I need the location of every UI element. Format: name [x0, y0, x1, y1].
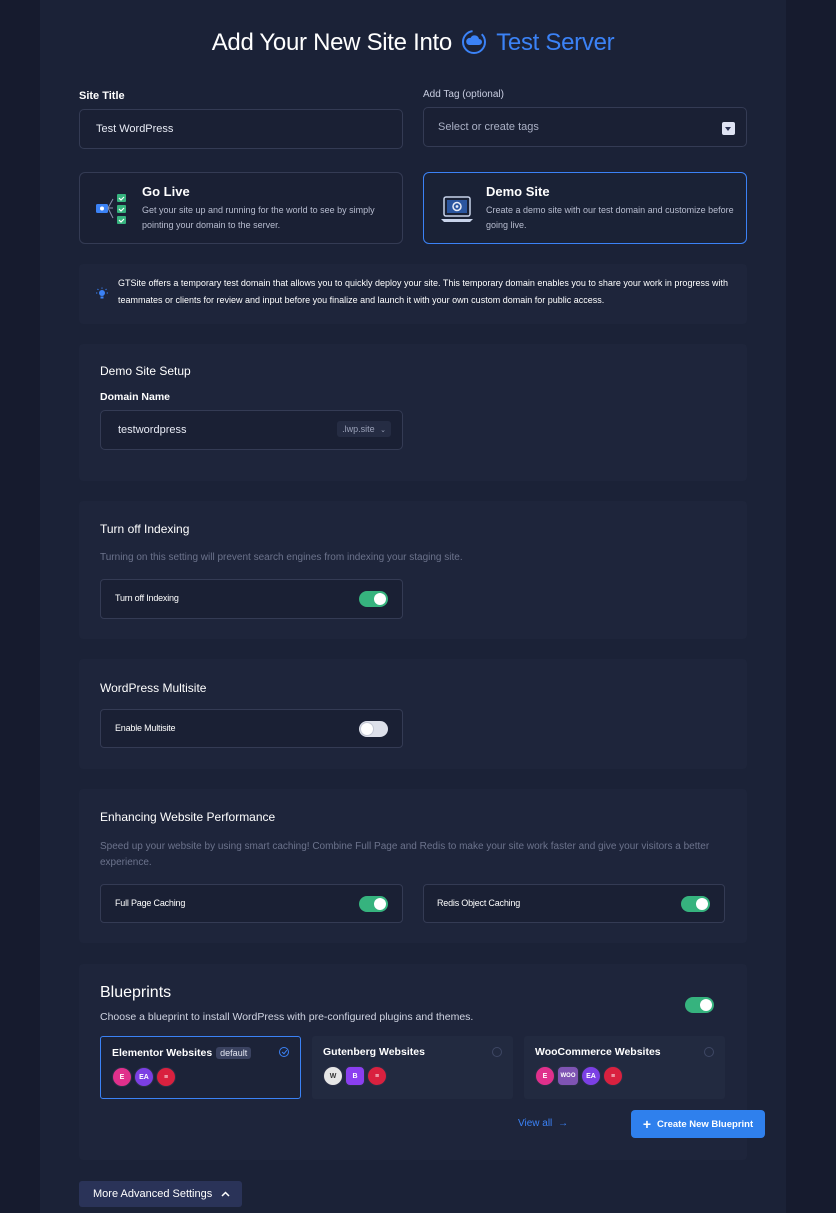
plugin-icons: E EA ≡ [112, 1067, 176, 1087]
full-page-cache-toggle[interactable] [359, 896, 388, 912]
blueprint-card-elementor[interactable]: Elementor Websites default E EA ≡ [100, 1036, 301, 1099]
tag-placeholder: Select or create tags [438, 121, 539, 133]
view-all-link[interactable]: View all → [518, 1118, 568, 1129]
blueprints-toggle[interactable] [685, 997, 714, 1013]
block-plugin-icon: B [345, 1066, 365, 1086]
title-prefix: Add Your New Site Into [211, 29, 453, 56]
blueprint-name: Elementor Websites [112, 1047, 213, 1059]
elementor-icon: E [112, 1067, 132, 1087]
info-notice: GTSite offers a temporary test domain th… [79, 264, 747, 324]
go-live-title: Go Live [142, 184, 190, 199]
radio-circle-icon[interactable] [704, 1047, 714, 1057]
domain-name-label: Domain Name [100, 391, 171, 403]
dropdown-arrow-icon [722, 122, 735, 135]
multisite-toggle[interactable] [359, 721, 388, 737]
page-title: Add Your New Site Into Test Server [40, 28, 786, 57]
multisite-toggle-label: Enable Multisite [115, 723, 176, 733]
chevron-down-icon: ⌄ [380, 427, 386, 434]
wordpress-icon: W [323, 1066, 343, 1086]
indexing-toggle[interactable] [359, 591, 388, 607]
demo-site-desc: Create a demo site with our test domain … [486, 205, 734, 230]
multisite-title: WordPress Multisite [100, 681, 207, 695]
radio-circle-icon[interactable] [492, 1047, 502, 1057]
domain-suffix: .lwp.site [342, 424, 375, 434]
multisite-panel: WordPress Multisite Enable Multisite [79, 659, 747, 769]
advanced-settings-label: More Advanced Settings [93, 1188, 213, 1200]
blueprints-desc: Choose a blueprint to install WordPress … [100, 1011, 474, 1023]
create-blueprint-label: Create New Blueprint [657, 1118, 754, 1130]
go-live-icon [96, 194, 126, 224]
blueprints-panel: Blueprints Choose a blueprint to install… [79, 964, 765, 1160]
default-badge: default [216, 1047, 252, 1059]
domain-name-input[interactable]: testwordpress .lwp.site ⌄ [100, 410, 403, 450]
demo-site-title: Demo Site [486, 184, 550, 199]
tag-label: Add Tag (optional) [423, 89, 504, 100]
indexing-title: Turn off Indexing [100, 522, 190, 536]
indexing-toggle-label: Turn off Indexing [115, 593, 179, 603]
multisite-toggle-row: Enable Multisite [100, 709, 403, 748]
server-name: Test Server [496, 29, 615, 56]
demo-setup-panel: Demo Site Setup Domain Name testwordpres… [79, 344, 747, 481]
full-page-cache-row: Full Page Caching [100, 884, 403, 923]
create-blueprint-button[interactable]: + Create New Blueprint [631, 1110, 765, 1138]
domain-suffix-select[interactable]: .lwp.site ⌄ [337, 421, 391, 437]
indexing-desc: Turning on this setting will prevent sea… [100, 552, 463, 563]
blueprint-title: Elementor Websites default [112, 1047, 252, 1059]
lightbulb-icon [96, 287, 108, 299]
blueprints-title: Blueprints [100, 984, 172, 1001]
blueprint-title: WooCommerce Websites [535, 1046, 661, 1058]
templately-icon: ≡ [603, 1066, 623, 1086]
full-page-cache-label: Full Page Caching [115, 898, 186, 908]
redis-cache-label: Redis Object Caching [437, 898, 521, 908]
essential-addons-icon: EA [134, 1067, 154, 1087]
demo-setup-title: Demo Site Setup [100, 364, 191, 378]
advanced-settings-button[interactable]: More Advanced Settings [79, 1181, 242, 1207]
woocommerce-icon: WOO [557, 1066, 579, 1086]
site-title-label: Site Title [79, 90, 125, 102]
templately-icon: ≡ [156, 1067, 176, 1087]
blueprint-card-woocommerce[interactable]: WooCommerce Websites E WOO EA ≡ [524, 1036, 725, 1099]
info-text: GTSite offers a temporary test domain th… [118, 278, 728, 305]
performance-panel: Enhancing Website Performance Speed up y… [79, 789, 747, 943]
performance-title: Enhancing Website Performance [100, 810, 276, 824]
performance-desc: Speed up your website by using smart cac… [100, 841, 710, 868]
elementor-icon: E [535, 1066, 555, 1086]
demo-site-card[interactable]: Demo Site Create a demo site with our te… [423, 172, 747, 244]
indexing-panel: Turn off Indexing Turning on this settin… [79, 501, 747, 639]
view-all-label: View all [518, 1118, 553, 1129]
tag-select[interactable]: Select or create tags [423, 107, 747, 147]
plus-icon: + [642, 1116, 652, 1132]
blueprint-card-gutenberg[interactable]: Gutenberg Websites W B ≡ [312, 1036, 513, 1099]
domain-value: testwordpress [118, 424, 187, 436]
plugin-icons: W B ≡ [323, 1066, 387, 1086]
redis-cache-toggle[interactable] [681, 896, 710, 912]
chevron-up-icon [221, 1191, 230, 1197]
plugin-icons: E WOO EA ≡ [535, 1066, 623, 1086]
go-live-desc: Get your site up and running for the wor… [142, 205, 375, 230]
cloud-server-icon [462, 30, 487, 54]
go-live-card[interactable]: Go Live Get your site up and running for… [79, 172, 403, 244]
indexing-toggle-row: Turn off Indexing [100, 579, 403, 619]
essential-addons-icon: EA [581, 1066, 601, 1086]
demo-site-icon [441, 196, 473, 222]
arrow-right-icon: → [558, 1118, 569, 1129]
templately-icon: ≡ [367, 1066, 387, 1086]
check-circle-icon[interactable] [279, 1047, 289, 1057]
redis-cache-row: Redis Object Caching [423, 884, 725, 923]
blueprint-title: Gutenberg Websites [323, 1046, 425, 1058]
site-title-input[interactable]: Test WordPress [79, 109, 403, 149]
page-container: Add Your New Site Into Test Server Site … [40, 0, 786, 1213]
